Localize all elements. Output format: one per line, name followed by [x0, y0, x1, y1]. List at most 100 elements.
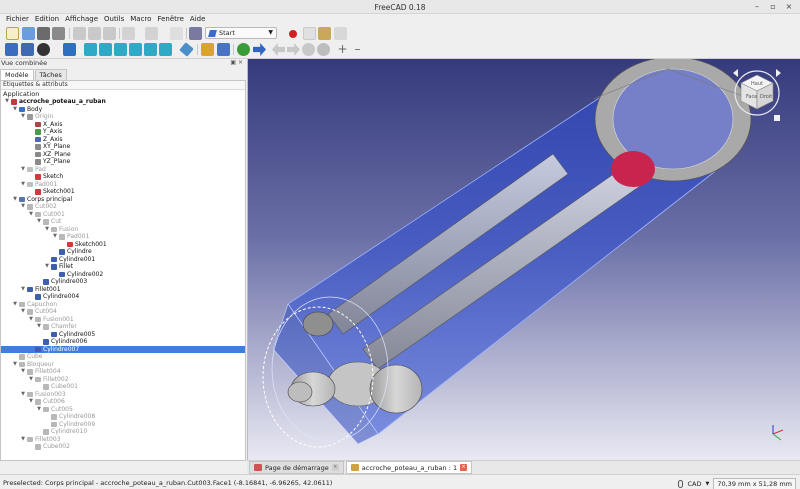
tree-item[interactable]: ▼ Fillet003 [1, 436, 245, 444]
chevron-down-icon[interactable]: ▼ [28, 316, 34, 324]
tree-item[interactable]: ▼ Cut005 [1, 406, 245, 414]
chevron-down-icon[interactable]: ▼ [12, 106, 18, 114]
refresh-icon[interactable] [170, 27, 183, 40]
tree-item[interactable]: Cylindre008 [1, 413, 245, 421]
bottom-view-icon[interactable] [144, 43, 157, 56]
forward-icon[interactable] [287, 43, 300, 56]
navcube-rotate-left-icon[interactable] [733, 69, 738, 77]
chevron-down-icon[interactable]: ▼ [36, 406, 42, 414]
close-tab-icon[interactable]: × [460, 464, 468, 471]
tree-item[interactable]: Cube002 [1, 443, 245, 451]
tree-item[interactable]: ▼ Fillet [1, 263, 245, 271]
chevron-down-icon[interactable]: ▼ [28, 376, 34, 384]
tree-item[interactable]: Cylindre003 [1, 278, 245, 286]
chevron-down-icon[interactable]: ▼ [12, 361, 18, 369]
tab-start-page[interactable]: Page de démarrage × [249, 461, 344, 474]
tree-item[interactable]: ▼ Bloqueur [1, 361, 245, 369]
tree-item[interactable]: ▼ Body [1, 106, 245, 114]
stop-macro-icon[interactable] [303, 27, 316, 40]
tree-item[interactable]: ▼ Fillet001 [1, 286, 245, 294]
print-icon[interactable] [52, 27, 65, 40]
menu-edition[interactable]: Edition [32, 14, 62, 25]
tree-item[interactable]: Cylindre007 [1, 345, 245, 353]
tree-item[interactable]: ▼ Fillet002 [1, 376, 245, 384]
paste-icon[interactable] [103, 27, 116, 40]
chevron-down-icon[interactable]: ▼ [20, 113, 26, 121]
chevron-down-icon[interactable]: ▼ [52, 233, 58, 241]
chevron-down-icon[interactable]: ▼ [705, 481, 709, 487]
isometric-view-icon[interactable] [63, 43, 76, 56]
chevron-down-icon[interactable]: ▼ [20, 436, 26, 444]
close-icon[interactable]: × [784, 2, 794, 12]
chevron-down-icon[interactable]: ▼ [36, 218, 42, 226]
front-view-icon[interactable] [84, 43, 97, 56]
open-folder-icon[interactable] [22, 27, 35, 40]
navcube-menu-icon[interactable] [774, 115, 780, 121]
navigation-cube[interactable]: Face Droit Haut [728, 65, 786, 127]
workbench-selector[interactable]: Start ▼ [205, 27, 277, 39]
chevron-down-icon[interactable]: ▼ [20, 286, 26, 294]
tree-item[interactable]: ▼ Fusion001 [1, 316, 245, 324]
chevron-down-icon[interactable]: ▼ [20, 203, 26, 211]
web-home-icon[interactable] [237, 43, 250, 56]
tree-item[interactable]: Y_Axis [1, 128, 245, 136]
tree-item[interactable]: ▼ Pad001 [1, 233, 245, 241]
tree-item[interactable]: Cube [1, 353, 245, 361]
rear-view-icon[interactable] [129, 43, 142, 56]
right-view-icon[interactable] [114, 43, 127, 56]
create-part-icon[interactable] [201, 43, 214, 56]
tree-item[interactable]: ▼ Pad001 [1, 181, 245, 189]
chevron-down-icon[interactable]: ▼ [28, 398, 34, 406]
maximize-icon[interactable]: ▫ [768, 2, 778, 12]
chevron-down-icon[interactable]: ▼ [20, 368, 26, 376]
tree-item[interactable]: ▼ Cut001 [1, 211, 245, 219]
tree-item[interactable]: ▼ Fillet004 [1, 368, 245, 376]
tree-item[interactable]: Z_Axis [1, 136, 245, 144]
save-icon[interactable] [37, 27, 50, 40]
tree-item[interactable]: ▼ Corps principal [1, 196, 245, 204]
tree-item[interactable]: Cylindre005 [1, 331, 245, 339]
minimize-icon[interactable]: – [752, 2, 762, 12]
chevron-down-icon[interactable]: ▼ [20, 166, 26, 174]
tree-item[interactable]: ▼ Pad [1, 166, 245, 174]
tree-item[interactable]: Cylindre [1, 248, 245, 256]
menu-outils[interactable]: Outils [101, 14, 127, 25]
tree-item[interactable]: Sketch001 [1, 241, 245, 249]
3d-viewport[interactable]: Face Droit Haut [247, 59, 800, 460]
new-document-icon[interactable] [6, 27, 19, 40]
tree-item[interactable]: ▼ Chamfer [1, 323, 245, 331]
chevron-down-icon[interactable]: ▼ [12, 196, 18, 204]
tree-item[interactable]: ▼ Cut [1, 218, 245, 226]
navigation-style-button[interactable]: CAD [687, 480, 701, 488]
tree-item[interactable]: ▼ Fusion003 [1, 391, 245, 399]
tree-item[interactable]: ▼ Fusion [1, 226, 245, 234]
cut-icon[interactable] [73, 27, 86, 40]
tree-item[interactable]: Cylindre002 [1, 271, 245, 279]
menu-fenetre[interactable]: Fenêtre [154, 14, 186, 25]
redo-icon[interactable] [145, 27, 158, 40]
model-tree[interactable]: Étiquettes & attributs Application ▼ accr… [0, 80, 246, 461]
tree-item[interactable]: X_Axis [1, 121, 245, 129]
panel-buttons[interactable]: ▣ × [230, 59, 243, 66]
chevron-down-icon[interactable]: ▼ [44, 263, 50, 271]
chevron-down-icon[interactable]: ▼ [28, 211, 34, 219]
zoom-out-icon[interactable]: – [351, 43, 364, 56]
tree-item[interactable]: Sketch001 [1, 188, 245, 196]
menu-fichier[interactable]: Fichier [3, 14, 32, 25]
tab-taches[interactable]: Tâches [34, 69, 67, 80]
tree-item[interactable]: YZ_Plane [1, 158, 245, 166]
close-tab-icon[interactable]: × [331, 464, 339, 471]
tree-item[interactable]: ▼ Origin [1, 113, 245, 121]
navcube-rotate-right-icon[interactable] [776, 69, 781, 77]
tab-document[interactable]: accroche_poteau_a_ruban : 1 × [345, 461, 473, 474]
tree-item[interactable]: Cylindre010 [1, 428, 245, 436]
measure-icon[interactable] [179, 42, 194, 57]
tree-item[interactable]: Cylindre009 [1, 421, 245, 429]
tree-item[interactable]: ▼ Cut002 [1, 203, 245, 211]
tree-item[interactable]: ▼ Cut004 [1, 308, 245, 316]
menu-aide[interactable]: Aide [187, 14, 208, 25]
tree-item[interactable]: Cylindre006 [1, 338, 245, 346]
zoom-in-icon[interactable]: + [336, 43, 349, 56]
tree-item[interactable]: XZ_Plane [1, 151, 245, 159]
chevron-down-icon[interactable] [51, 43, 56, 56]
